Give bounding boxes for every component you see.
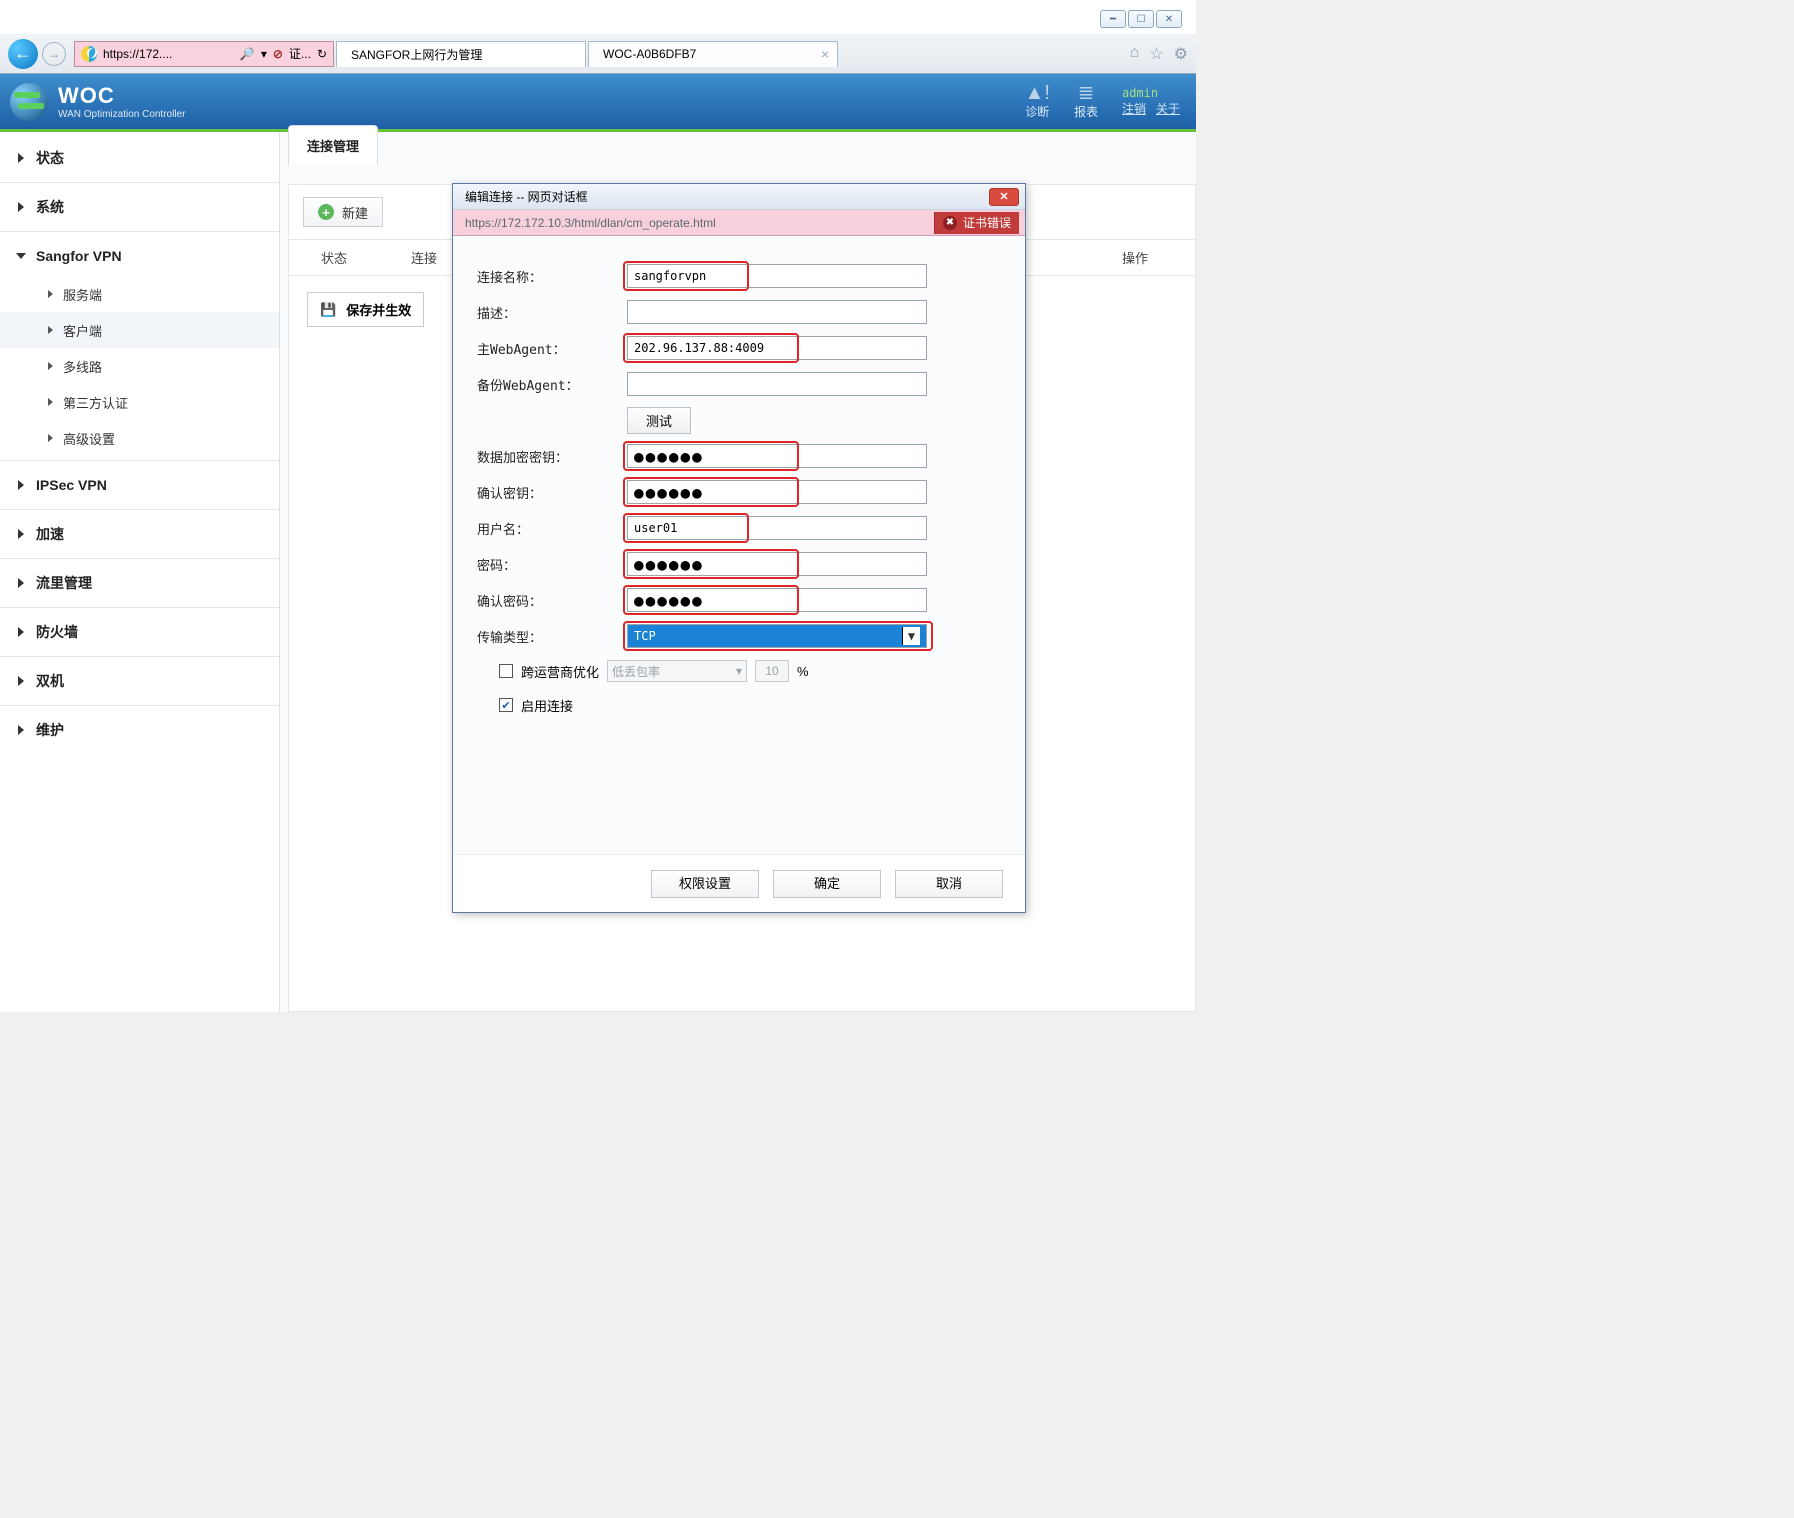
input-desc[interactable] [627, 300, 927, 324]
sidebar-item-traffic[interactable]: 流里管理 [0, 563, 279, 603]
cert-error-icon: ✖ [943, 216, 957, 230]
column-ops: 操作 [1075, 240, 1195, 275]
label-enable-conn: 启用连接 [521, 696, 573, 715]
label-backup-webagent: 备份WebAgent： [477, 375, 627, 394]
window-minimize-button[interactable]: ━ [1100, 10, 1126, 28]
label-desc: 描述： [477, 303, 627, 322]
sidebar-sub-multiline[interactable]: 多线路 [0, 348, 279, 384]
cert-error-badge[interactable]: ✖ 证书错误 [934, 212, 1019, 234]
dialog-title: 编辑连接 -- 网页对话框 [465, 188, 588, 205]
app-title: WOC [58, 83, 185, 109]
dropdown-icon[interactable]: ▾ [261, 47, 267, 61]
input-confirm-key[interactable] [627, 480, 927, 504]
ie-icon [81, 46, 97, 62]
logout-link[interactable]: 注销 [1122, 100, 1146, 117]
browser-tab-woc[interactable]: WOC-A0B6DFB7 × [588, 41, 838, 67]
browser-address-bar[interactable]: https://172.... 🔎 ▾ ⊘ 证... ↻ [74, 41, 334, 67]
label-cross-isp: 跨运营商优化 [521, 662, 599, 681]
input-password[interactable] [627, 552, 927, 576]
tab-connection-mgmt[interactable]: 连接管理 [288, 132, 378, 165]
tab-label: WOC-A0B6DFB7 [603, 47, 696, 61]
sidebar-item-firewall[interactable]: 防火墙 [0, 612, 279, 652]
label-encrypt-key: 数据加密密钥： [477, 447, 627, 466]
dialog-url: https://172.172.10.3/html/dlan/cm_operat… [465, 216, 716, 230]
checkbox-cross-isp[interactable] [499, 664, 513, 678]
search-icon: 🔎 [240, 47, 255, 61]
input-loss-pct [755, 660, 789, 682]
sidebar-sub-advanced[interactable]: 高级设置 [0, 420, 279, 456]
window-close-button[interactable]: ✕ [1156, 10, 1182, 28]
input-confirm-password[interactable] [627, 588, 927, 612]
label-confirm-key: 确认密钥： [477, 483, 627, 502]
browser-tab-sangfor[interactable]: SANGFOR上网行为管理 [336, 41, 586, 67]
gear-icon[interactable]: ⚙ [1174, 44, 1188, 64]
cert-error-icon[interactable]: ⊘ [273, 47, 283, 61]
sidebar-item-dual[interactable]: 双机 [0, 661, 279, 701]
label-main-webagent: 主WebAgent： [477, 339, 627, 358]
input-username[interactable] [627, 516, 927, 540]
home-icon[interactable]: ⌂ [1130, 44, 1140, 64]
checkbox-enable-conn[interactable]: ✔ [499, 698, 513, 712]
sidebar-item-status[interactable]: 状态 [0, 138, 279, 178]
select-trans-type[interactable]: TCP ▼ [627, 624, 927, 648]
admin-user: admin [1122, 86, 1180, 100]
label-username: 用户名： [477, 519, 627, 538]
cancel-button[interactable]: 取消 [895, 870, 1003, 898]
sidebar-sub-thirdparty-auth[interactable]: 第三方认证 [0, 384, 279, 420]
chevron-down-icon: ▾ [736, 664, 742, 678]
cert-short-text: 证... [289, 45, 311, 62]
reports-button[interactable]: ≣ 报表 [1074, 83, 1098, 120]
about-link[interactable]: 关于 [1156, 100, 1180, 117]
browser-forward-button[interactable]: → [42, 42, 66, 66]
window-maximize-button[interactable]: ☐ [1128, 10, 1154, 28]
edit-connection-dialog: 编辑连接 -- 网页对话框 ✕ https://172.172.10.3/htm… [452, 183, 1026, 913]
warning-icon: ▲! [1025, 83, 1050, 103]
sidebar-item-system[interactable]: 系统 [0, 187, 279, 227]
test-button[interactable]: 测试 [627, 407, 691, 434]
label-password: 密码： [477, 555, 627, 574]
sidebar-item-accel[interactable]: 加速 [0, 514, 279, 554]
save-icon: 💾 [320, 302, 336, 318]
save-apply-button[interactable]: 💾 保存并生效 [307, 292, 424, 327]
sidebar-item-maintain[interactable]: 维护 [0, 710, 279, 750]
sidebar: 状态 系统 Sangfor VPN 服务端 客户端 多线路 第三方认证 高级设置… [0, 132, 280, 1012]
label-conn-name: 连接名称： [477, 267, 627, 286]
app-subtitle: WAN Optimization Controller [58, 109, 185, 120]
input-conn-name[interactable] [627, 264, 927, 288]
tab-label: SANGFOR上网行为管理 [351, 46, 482, 63]
label-trans-type: 传输类型： [477, 627, 627, 646]
perm-settings-button[interactable]: 权限设置 [651, 870, 759, 898]
tab-close-icon[interactable]: × [821, 46, 829, 62]
address-text: https://172.... [103, 47, 172, 61]
ok-button[interactable]: 确定 [773, 870, 881, 898]
input-backup-webagent[interactable] [627, 372, 927, 396]
reports-label: 报表 [1074, 103, 1098, 120]
plus-icon: + [318, 204, 334, 220]
sidebar-sub-server[interactable]: 服务端 [0, 276, 279, 312]
woc-logo-icon [10, 83, 48, 121]
new-button[interactable]: + 新建 [303, 197, 383, 227]
browser-toolbar: ← → https://172.... 🔎 ▾ ⊘ 证... ↻ SANGFOR… [0, 34, 1196, 74]
browser-back-button[interactable]: ← [8, 39, 38, 69]
chevron-down-icon: ▼ [902, 627, 920, 645]
sidebar-item-sangfor-vpn[interactable]: Sangfor VPN [0, 236, 279, 276]
database-icon: ≣ [1078, 83, 1095, 103]
refresh-icon[interactable]: ↻ [317, 47, 327, 61]
column-status: 状态 [289, 240, 379, 275]
app-header: WOC WAN Optimization Controller ▲! 诊断 ≣ … [0, 74, 1196, 132]
sidebar-sub-client[interactable]: 客户端 [0, 312, 279, 348]
diag-button[interactable]: ▲! 诊断 [1025, 83, 1050, 120]
percent-label: % [797, 664, 809, 679]
sidebar-item-ipsec-vpn[interactable]: IPSec VPN [0, 465, 279, 505]
input-encrypt-key[interactable] [627, 444, 927, 468]
favorites-icon[interactable]: ☆ [1149, 44, 1163, 64]
input-main-webagent[interactable] [627, 336, 927, 360]
dialog-close-button[interactable]: ✕ [989, 188, 1019, 206]
label-confirm-password: 确认密码： [477, 591, 627, 610]
diag-label: 诊断 [1025, 103, 1049, 120]
select-loss-rate: 低丢包率 ▾ [607, 660, 747, 682]
